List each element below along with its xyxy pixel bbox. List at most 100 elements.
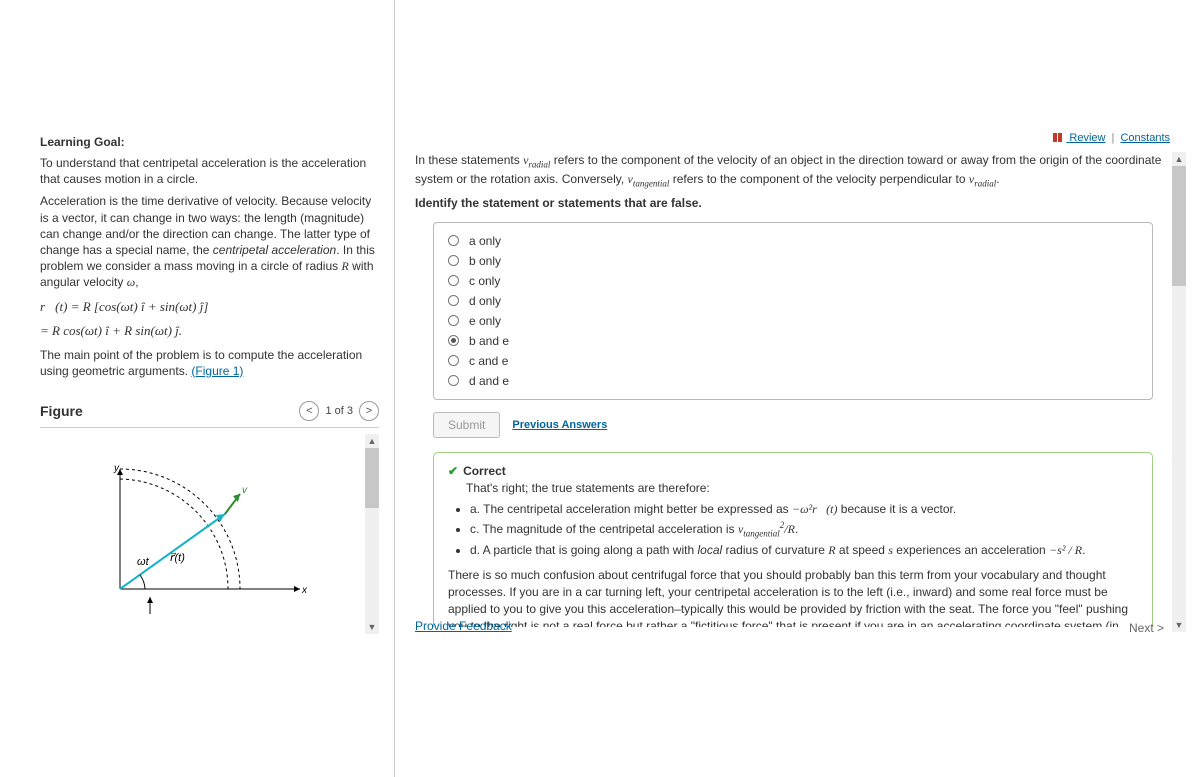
fb-d-eq: −s² / R	[1049, 543, 1082, 557]
prompt-text: Identify the statement or statements tha…	[415, 196, 702, 210]
content-scrollbar[interactable]: ▲ ▼	[1172, 152, 1186, 632]
option-row[interactable]: b and e	[448, 331, 1138, 351]
vradial-1: vradial	[523, 153, 550, 167]
feedback-title: Correct	[463, 464, 506, 478]
scroll-down-icon[interactable]: ▼	[365, 620, 379, 634]
fb-c1: c. The magnitude of the centripetal acce…	[470, 522, 738, 536]
figure-1-link[interactable]: (Figure 1)	[191, 364, 243, 378]
submit-button[interactable]: Submit	[433, 412, 500, 438]
flag-icon[interactable]	[1053, 133, 1063, 143]
option-row[interactable]: a only	[448, 231, 1138, 251]
fb-d1: d. A particle that is going along a path…	[470, 543, 697, 557]
option-label: e only	[469, 314, 501, 328]
fb-d3: at speed	[836, 543, 889, 557]
feedback-explain: There is so much confusion about centrif…	[448, 567, 1138, 627]
option-row[interactable]: c and e	[448, 351, 1138, 371]
option-label: d and e	[469, 374, 509, 388]
fb-d-local: local	[697, 543, 722, 557]
formula-2: = R cos(ωt) î + R sin(ωt) ĵ.	[40, 323, 379, 339]
figure-scrollbar[interactable]: ▲ ▼	[365, 434, 379, 634]
option-row[interactable]: b only	[448, 251, 1138, 271]
fig-label-wt: ωt	[137, 556, 150, 568]
fb-a2: because it is a vector.	[837, 502, 956, 516]
links-separator: |	[1112, 132, 1115, 144]
fig-label-y: y	[113, 463, 120, 474]
intro-c: refers to the component of the velocity …	[669, 172, 969, 186]
option-label: b and e	[469, 334, 509, 348]
fb-a-eq: −ω²r⃗(t)	[792, 502, 838, 516]
feedback-box: ✔ Correct That's right; the true statemen…	[433, 452, 1153, 627]
review-link[interactable]: Review	[1066, 132, 1105, 144]
feedback-bullet-a: a. The centripetal acceleration might be…	[470, 501, 1138, 518]
fig-label-v: v	[242, 485, 248, 496]
fb-d2: radius of curvature	[722, 543, 828, 557]
figure-pager-label: 1 of 3	[325, 405, 353, 417]
option-label: b only	[469, 254, 501, 268]
radio-icon[interactable]	[448, 255, 459, 266]
figure-title: Figure	[40, 403, 83, 419]
content-area: In these statements vradial refers to th…	[415, 152, 1170, 627]
vtangential-1: vtangential	[628, 172, 670, 186]
options-group: a only b only c only d only e only b and e c a…	[433, 222, 1153, 400]
problem-intro: In these statements vradial refers to th…	[415, 152, 1170, 190]
outer-scroll-up-icon[interactable]: ▲	[1172, 152, 1186, 166]
top-links: Review | Constants	[1053, 132, 1170, 144]
feedback-bullet-c: c. The magnitude of the centripetal acce…	[470, 519, 1138, 540]
radio-icon[interactable]	[448, 335, 459, 346]
previous-answers-link[interactable]: Previous Answers	[512, 419, 607, 431]
centripetal-em: centripetal acceleration	[213, 243, 336, 257]
feedback-bullet-d: d. A particle that is going along a path…	[470, 542, 1138, 559]
option-row[interactable]: d and e	[448, 371, 1138, 391]
figure-body: y x ωt v r⃗(t) ▲ ▼	[40, 434, 379, 644]
feedback-header: ✔ Correct	[448, 463, 1138, 480]
figure-prev-button[interactable]: <	[299, 401, 319, 421]
fb-c-eq: vtangential2/R	[738, 522, 795, 536]
var-R: R	[341, 259, 348, 273]
figure-pager: < 1 of 3 >	[299, 401, 379, 421]
option-label: a only	[469, 234, 501, 248]
provide-feedback-link[interactable]: Provide Feedback	[415, 619, 512, 633]
radio-icon[interactable]	[448, 295, 459, 306]
vradial-2: vradial	[969, 172, 996, 186]
figure-next-button[interactable]: >	[359, 401, 379, 421]
figure-header: Figure < 1 of 3 >	[40, 401, 379, 428]
fig-label-x: x	[301, 585, 308, 596]
radio-icon[interactable]	[448, 375, 459, 386]
outer-scroll-down-icon[interactable]: ▼	[1172, 618, 1186, 632]
outer-scroll-thumb[interactable]	[1172, 166, 1186, 286]
explain-1: There is so much confusion about centrif…	[448, 568, 1138, 627]
acceleration-paragraph: Acceleration is the time derivative of v…	[40, 193, 379, 290]
constants-link[interactable]: Constants	[1120, 132, 1170, 144]
radio-icon[interactable]	[448, 275, 459, 286]
next-button[interactable]: Next >	[1129, 621, 1164, 635]
left-panel: Learning Goal: To understand that centri…	[0, 0, 395, 777]
formula-1: r⃗(t) = R [cos(ωt) î + sin(ωt) ĵ]	[40, 299, 379, 315]
actions-row: Submit Previous Answers	[433, 412, 1170, 438]
option-label: c and e	[469, 354, 508, 368]
radio-icon[interactable]	[448, 355, 459, 366]
option-row[interactable]: e only	[448, 311, 1138, 331]
fig-label-rt: r⃗(t)	[170, 552, 185, 564]
option-label: d only	[469, 294, 501, 308]
fb-d-R: R	[828, 543, 835, 557]
figure-svg: y x ωt v r⃗(t)	[90, 459, 320, 629]
feedback-subtitle: That's right; the true statements are th…	[466, 480, 1138, 497]
scroll-up-icon[interactable]: ▲	[365, 434, 379, 448]
fb-a1: a. The centripetal acceleration might be…	[470, 502, 792, 516]
option-row[interactable]: c only	[448, 271, 1138, 291]
option-row[interactable]: d only	[448, 291, 1138, 311]
option-label: c only	[469, 274, 500, 288]
page: Learning Goal: To understand that centri…	[0, 0, 1200, 777]
intro-a: In these statements	[415, 153, 523, 167]
learning-goal-text: To understand that centripetal accelerat…	[40, 155, 379, 187]
radio-icon[interactable]	[448, 315, 459, 326]
learning-goal-title: Learning Goal:	[40, 135, 379, 149]
prompt: Identify the statement or statements tha…	[415, 196, 1170, 210]
radio-icon[interactable]	[448, 235, 459, 246]
check-icon: ✔	[448, 464, 458, 478]
main-point-paragraph: The main point of the problem is to comp…	[40, 347, 379, 379]
feedback-list: a. The centripetal acceleration might be…	[470, 501, 1138, 560]
fb-d4: experiences an acceleration	[893, 543, 1049, 557]
scroll-thumb[interactable]	[365, 448, 379, 508]
var-omega: ω	[127, 275, 135, 289]
